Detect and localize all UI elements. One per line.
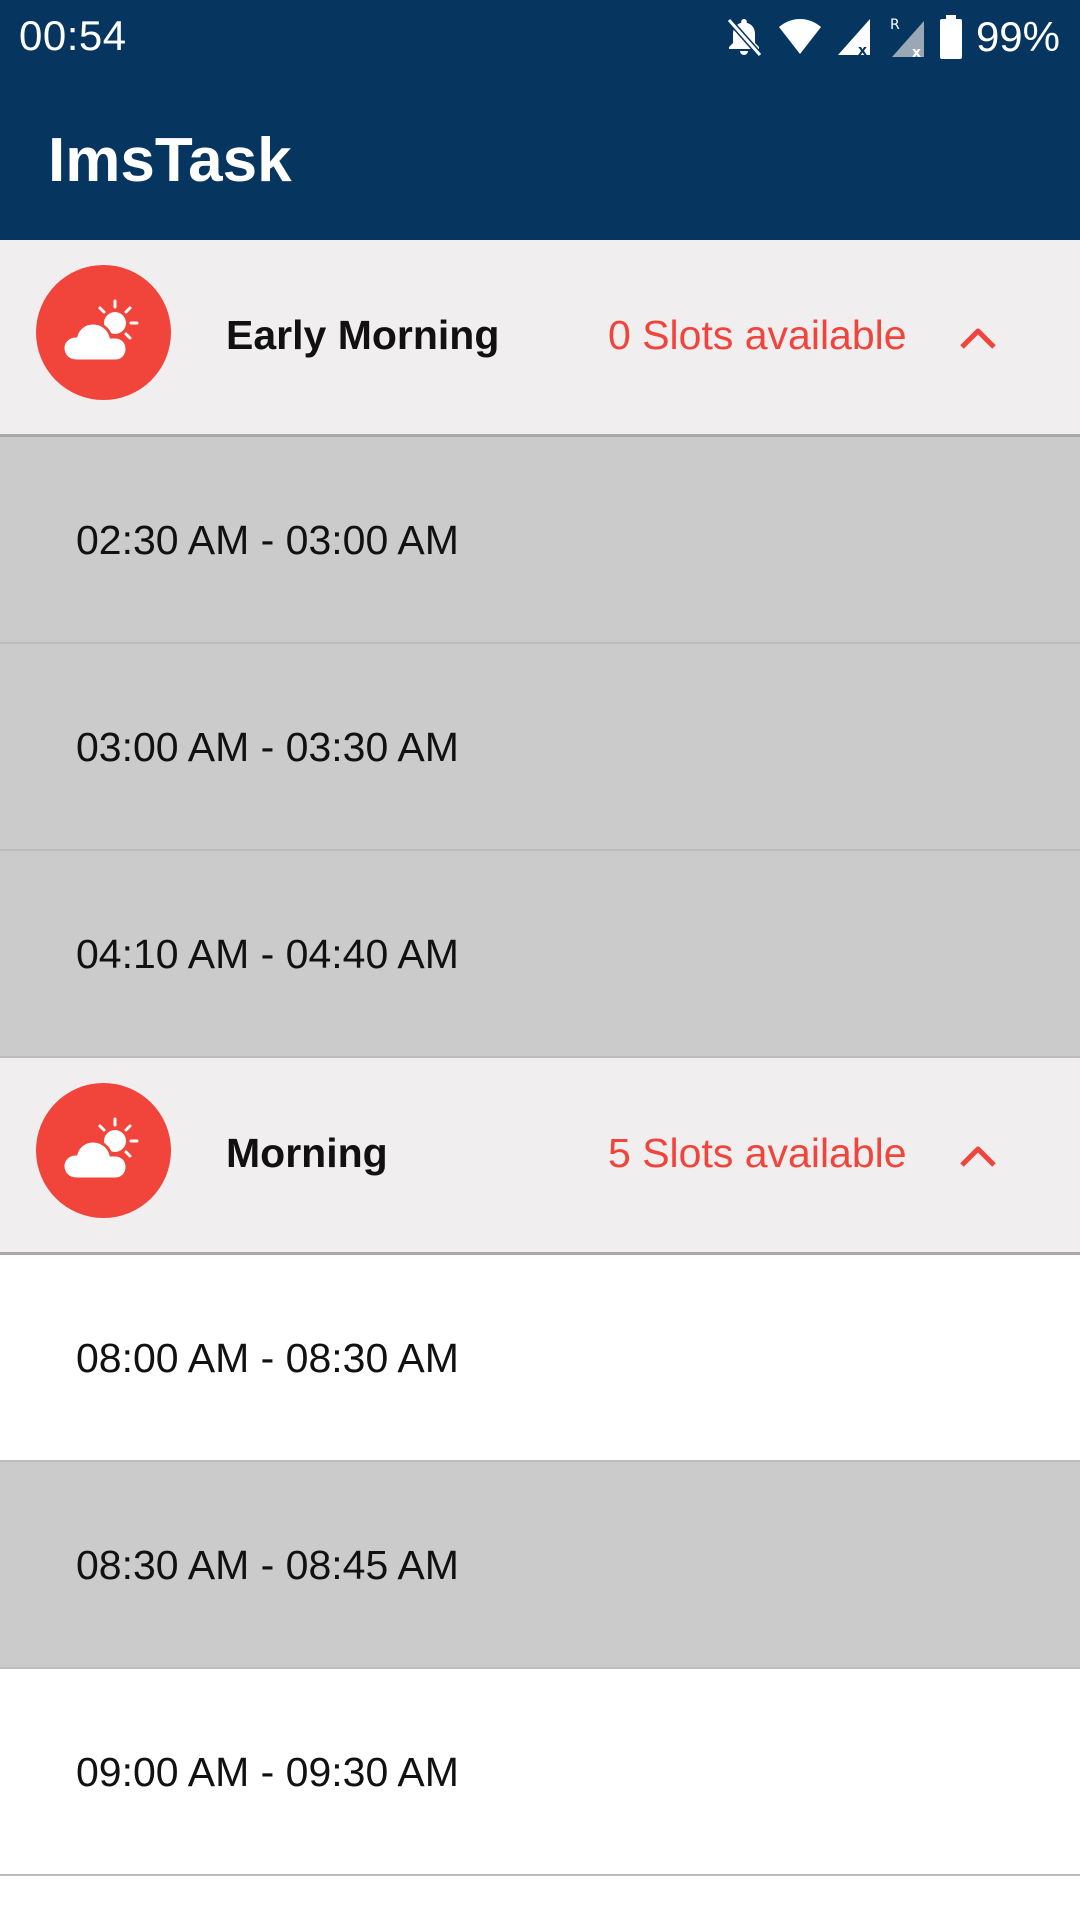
time-slot[interactable]: 02:30 AM - 03:00 AM [0,437,1080,644]
app-bar: 00:54 x R x 99% ImsTask [0,0,1080,240]
wifi-icon [778,18,822,56]
group-header-morning[interactable]: Morning 5 Slots available [0,1058,1080,1255]
group-title: Early Morning [226,312,500,358]
status-bar: 00:54 x R x 99% [0,0,1080,74]
status-time: 00:54 [19,12,127,59]
time-slot-label: 08:30 AM - 08:45 AM [76,1542,459,1588]
time-slot[interactable]: 04:10 AM - 04:40 AM [0,851,1080,1058]
app-title: ImsTask [48,126,292,195]
time-slot[interactable]: 08:00 AM - 08:30 AM [0,1255,1080,1462]
cloud-sun-icon [36,1083,171,1218]
svg-text:x: x [912,45,921,59]
time-slot[interactable]: 09:00 AM - 09:30 AM [0,1669,1080,1876]
time-slot-label: 08:00 AM - 08:30 AM [76,1335,459,1381]
time-slot[interactable]: 03:00 AM - 03:30 AM [0,644,1080,851]
bell-off-icon [724,15,764,59]
time-slot-label: 09:00 AM - 09:30 AM [76,1749,459,1795]
status-icons: x R x 99% [724,12,1060,62]
chevron-up-icon[interactable] [958,318,998,358]
cloud-sun-icon [36,265,171,400]
group-slots-available: 0 Slots available [608,312,907,358]
battery-percent: 99% [975,13,1060,60]
group-slots-available: 5 Slots available [608,1130,907,1176]
time-slot-label: 04:10 AM - 04:40 AM [76,931,459,977]
signal-icon: x [836,17,872,57]
group-header-early-morning[interactable]: Early Morning 0 Slots available [0,240,1080,437]
svg-text:x: x [858,43,867,57]
battery-icon [939,15,962,59]
svg-text:R: R [890,17,900,33]
group-title: Morning [226,1130,388,1176]
slot-list: Early Morning 0 Slots available 02:30 AM… [0,240,1080,1876]
chevron-up-icon[interactable] [958,1136,998,1176]
time-slot[interactable]: 08:30 AM - 08:45 AM [0,1462,1080,1669]
signal-roaming-icon: R x [886,15,926,59]
time-slot-label: 02:30 AM - 03:00 AM [76,517,459,563]
time-slot-label: 03:00 AM - 03:30 AM [76,724,459,770]
